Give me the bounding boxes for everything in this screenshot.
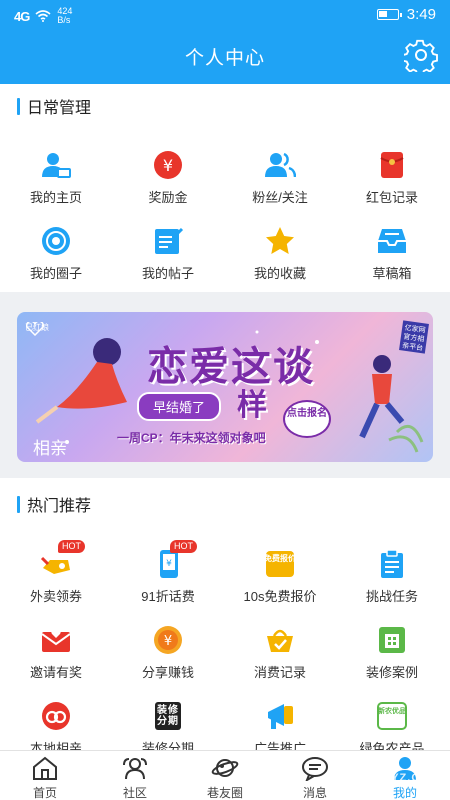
grid-item-decor-case[interactable]: 装修案例: [336, 624, 448, 684]
decor-case-icon: [379, 627, 405, 653]
planet-icon: [211, 759, 239, 777]
hot-recommend-section: 热门推荐 HOT 外卖领券 ¥ HOT 91折话费 免费报价 10s免费报价 挑…: [0, 478, 450, 756]
share-money-icon: ¥: [154, 626, 182, 654]
free-quote-icon-text: 免费报价: [264, 554, 296, 563]
grid-item-my-circle[interactable]: 我的圈子: [0, 225, 112, 285]
tab-neighbors[interactable]: 巷友圈: [180, 751, 270, 800]
banner-tag: 相亲: [33, 439, 67, 458]
heart-rings-icon: [42, 702, 70, 730]
grid-item-my-posts[interactable]: 我的帖子: [112, 225, 224, 285]
clipboard-task-icon: [381, 549, 403, 578]
svg-text:¥: ¥: [163, 156, 173, 175]
daily-management-section: 日常管理 我的主页 ¥ 奖励金 粉丝/关注 红包记录 我的圈子 我的帖子 我的收…: [0, 84, 450, 292]
message-icon: [302, 757, 328, 781]
gear-icon[interactable]: [404, 38, 438, 72]
shopping-basket-icon: [267, 629, 293, 652]
tab-community[interactable]: 社区: [90, 751, 180, 800]
decor-installment-icon-text: 装修分期: [157, 705, 179, 727]
free-quote-icon: [266, 551, 294, 577]
grid-item-favorites[interactable]: 我的收藏: [224, 225, 336, 285]
banner-pill: 早结婚了: [137, 392, 222, 421]
battery-icon: [376, 9, 402, 20]
fans-icon: [265, 152, 296, 178]
tab-home[interactable]: 首页: [0, 751, 90, 800]
net-speed: 424 B/s: [57, 6, 73, 25]
grid-item-my-homepage[interactable]: 我的主页: [0, 149, 112, 209]
banner-title: 恋爱这谈: [147, 343, 315, 390]
signal-indicator: 4G: [14, 8, 30, 24]
user-card-icon: [42, 153, 71, 178]
grid-item-fans[interactable]: 粉丝/关注: [224, 149, 336, 209]
grid-item-invite-reward[interactable]: 邀请有奖: [0, 624, 112, 684]
page-title: 个人中心: [184, 48, 265, 69]
clock: 3:49: [406, 6, 436, 23]
grid-item-reward[interactable]: ¥ 奖励金: [112, 149, 224, 209]
inbox-tray-icon: [378, 229, 406, 253]
banner-subtitle: 一周CP：年末来这领对象吧: [117, 431, 266, 445]
status-bar: 4G 424 B/s 3:49: [0, 0, 450, 30]
grid-item-consume-record[interactable]: 消费记录: [224, 624, 336, 684]
community-icon: [123, 758, 147, 780]
banner-brand-logo: 已红娘: [25, 322, 49, 336]
app-header: 4G 424 B/s 3:49 个人中心: [0, 0, 450, 84]
green-produce-icon-text: 新农优品: [378, 708, 406, 715]
svg-text:¥: ¥: [166, 559, 172, 569]
grid-item-share-earn[interactable]: ¥ 分享赚钱: [112, 624, 224, 684]
section-title-hot: 热门推荐: [17, 494, 91, 515]
ad-promo-icon: [268, 704, 293, 729]
invite-envelope-icon: [41, 629, 71, 652]
grid-item-takeout-coupon[interactable]: HOT 外卖领券: [0, 540, 112, 608]
hot-badge: HOT: [58, 540, 85, 553]
home-icon: [33, 756, 57, 780]
banner-title-tail: 样: [237, 388, 267, 423]
svg-text:¥: ¥: [164, 634, 172, 649]
green-produce-icon: [377, 702, 407, 730]
promo-banner[interactable]: 已红娘 恋爱这谈 样 早结婚了 点击报名 一周CP：年末来这领对象吧 相亲 亿家…: [17, 312, 433, 462]
grid-item-challenge-task[interactable]: 挑战任务: [336, 548, 448, 608]
banner-corner-badge: 亿家网官方相亲平台: [399, 320, 429, 354]
section-title-daily: 日常管理: [17, 96, 91, 117]
hot-badge: HOT: [170, 540, 197, 553]
heart-logo-icon: [25, 322, 45, 336]
red-envelope-icon: [380, 152, 404, 178]
yuan-coin-icon: ¥: [154, 151, 182, 179]
watermark: 7YZ.COM: [384, 772, 440, 784]
banner-signup-button[interactable]: 点击报名: [283, 400, 331, 438]
wifi-icon: [35, 10, 51, 22]
grid-item-red-envelope[interactable]: 红包记录: [336, 149, 448, 209]
post-edit-icon: [155, 227, 184, 254]
circle-target-icon: [42, 227, 70, 255]
grid-item-free-quote[interactable]: 免费报价 10s免费报价: [224, 548, 336, 608]
grid-item-drafts[interactable]: 草稿箱: [336, 225, 448, 285]
grid-item-phone-bill[interactable]: ¥ HOT 91折话费: [112, 540, 224, 608]
star-icon: [266, 227, 294, 254]
